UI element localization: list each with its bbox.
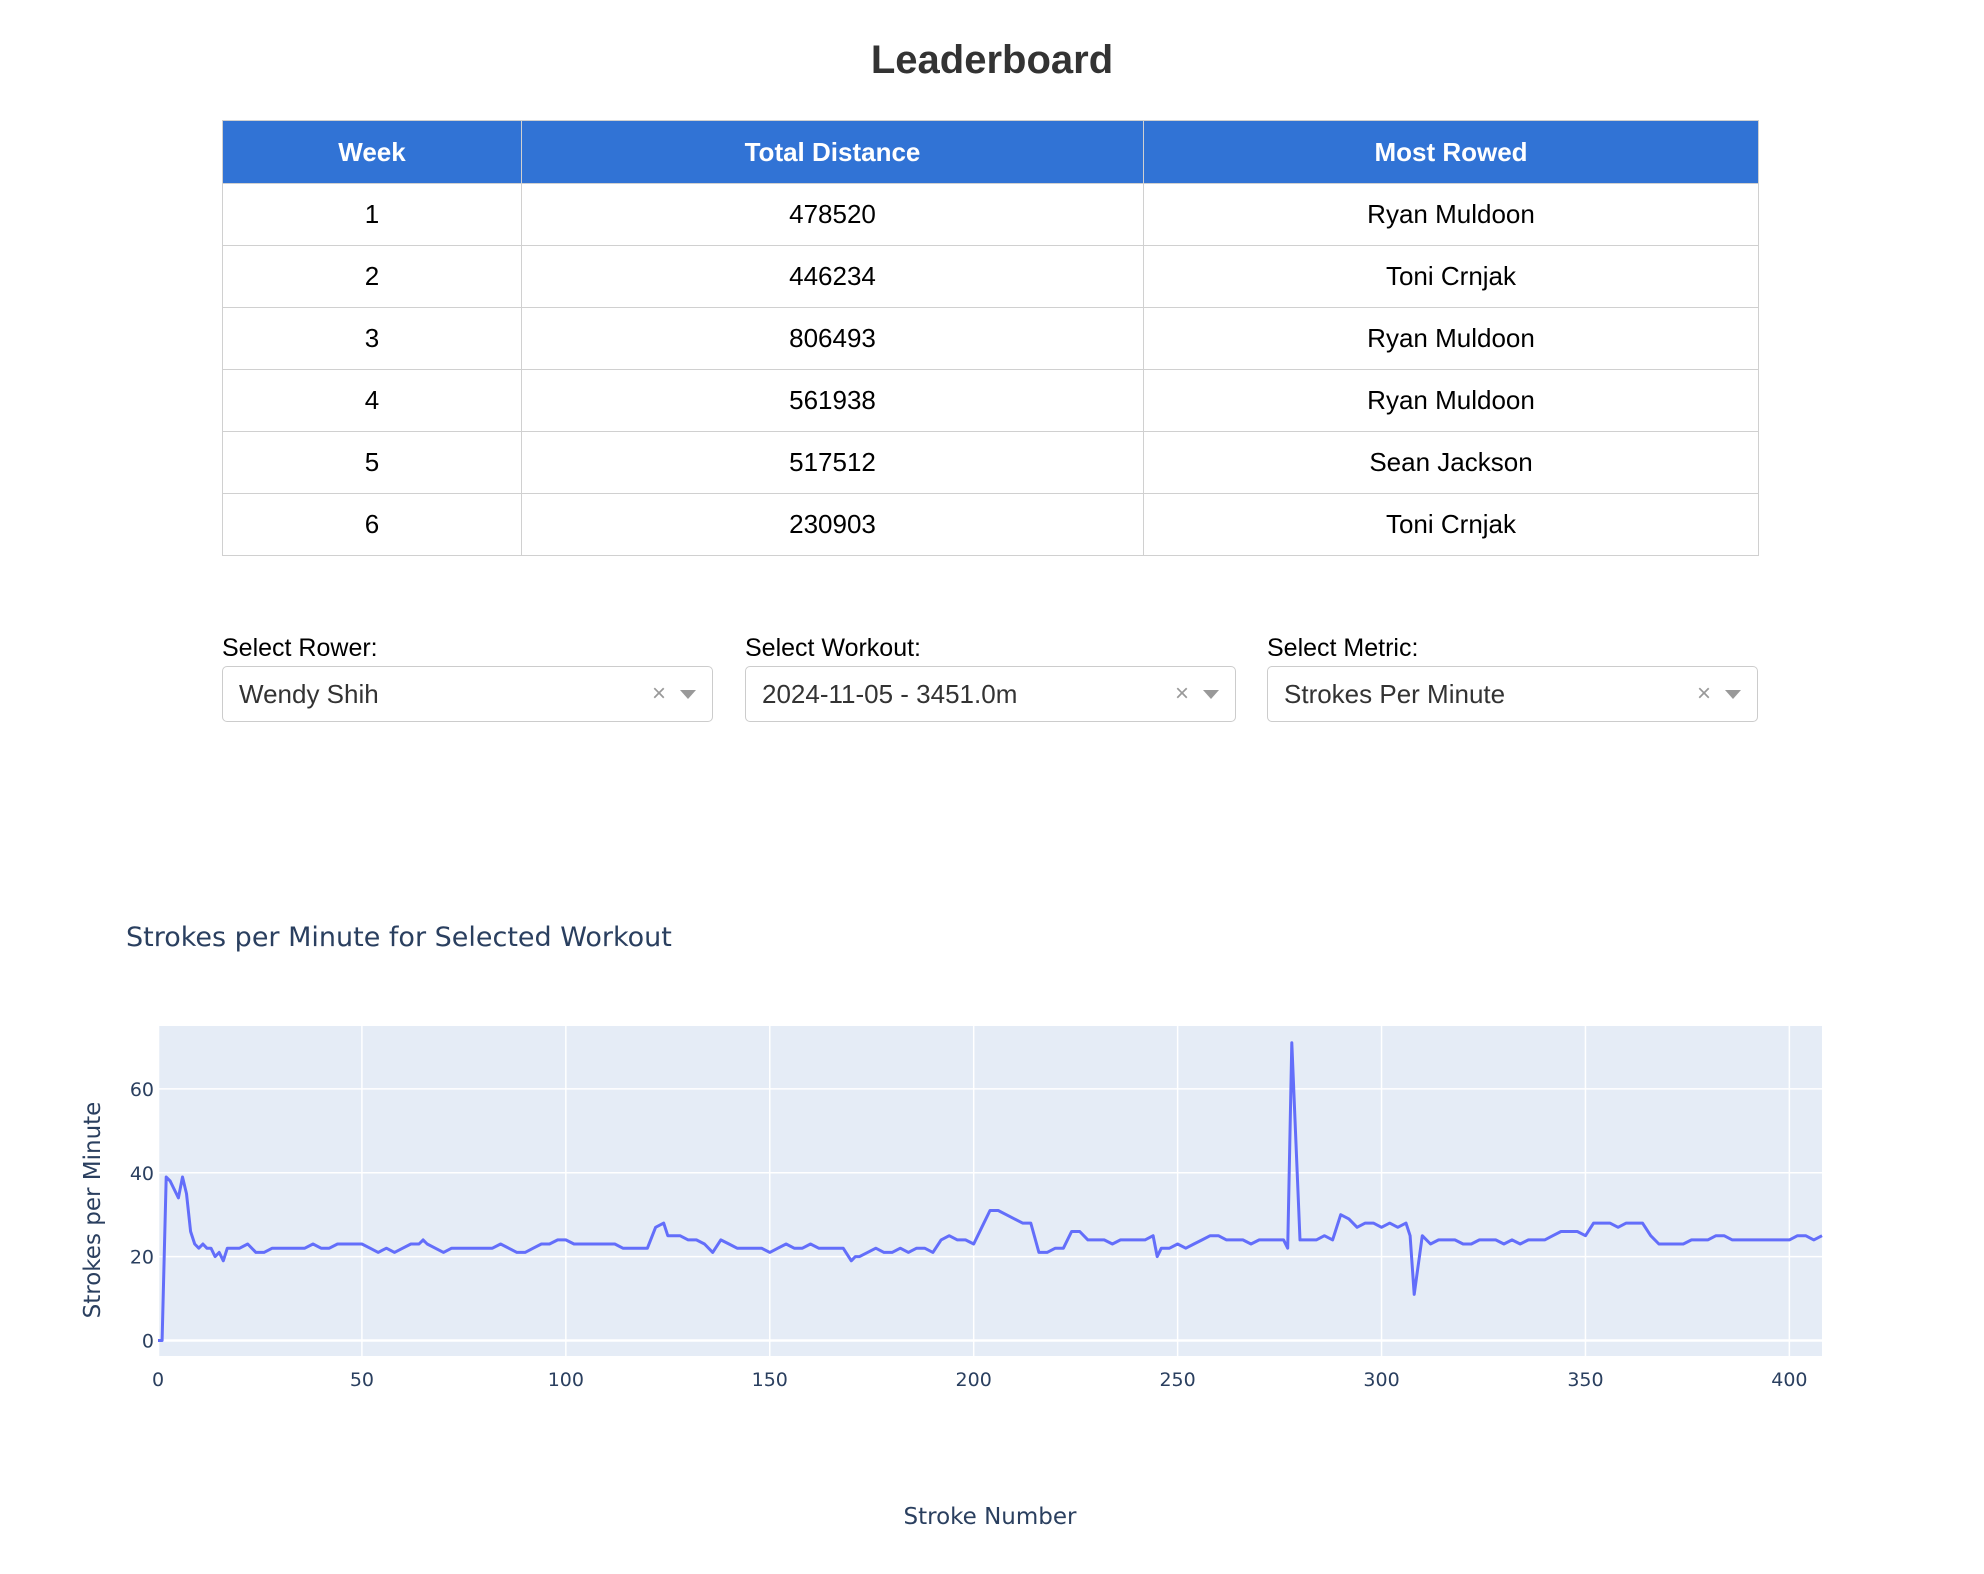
table-header-row: Week Total Distance Most Rowed [222, 120, 1759, 184]
chevron-down-icon[interactable] [1725, 690, 1741, 699]
metric-select-label: Select Metric: [1267, 634, 1419, 662]
workout-dropdown[interactable]: 2024-11-05 - 3451.0m × [745, 666, 1236, 722]
rower-selected-value: Wendy Shih [239, 679, 379, 709]
cell-most-rowed: Sean Jackson [1143, 431, 1759, 494]
cell-total-distance: 806493 [521, 307, 1144, 370]
rower-select-group: Select Rower: Wendy Shih × [222, 632, 713, 722]
chart-title: Strokes per Minute for Selected Workout [126, 922, 672, 953]
table-row: 1 478520 Ryan Muldoon [222, 183, 1759, 246]
cell-total-distance: 478520 [521, 183, 1144, 246]
table-row: 2 446234 Toni Crnjak [222, 245, 1759, 308]
table-row: 6 230903 Toni Crnjak [222, 493, 1759, 556]
strokes-line-chart[interactable]: Strokes per Minute for Selected Workout … [0, 900, 1984, 1550]
rower-dropdown[interactable]: Wendy Shih × [222, 666, 713, 722]
table-row: 3 806493 Ryan Muldoon [222, 307, 1759, 370]
workout-select-label: Select Workout: [745, 634, 922, 662]
x-tick-label: 400 [1771, 1369, 1807, 1391]
cell-week: 3 [222, 307, 522, 370]
x-tick-label: 350 [1567, 1369, 1603, 1391]
rower-select-label: Select Rower: [222, 634, 378, 662]
workout-selected-value: 2024-11-05 - 3451.0m [762, 679, 1018, 709]
y-axis-title: Strokes per Minute [80, 1102, 106, 1319]
metric-selected-value: Strokes Per Minute [1284, 679, 1506, 709]
y-tick-label: 40 [130, 1163, 154, 1185]
clear-icon[interactable]: × [1697, 667, 1711, 721]
x-tick-label: 200 [956, 1369, 992, 1391]
x-tick-label: 150 [752, 1369, 788, 1391]
metric-dropdown[interactable]: Strokes Per Minute × [1267, 666, 1758, 722]
page-title: Leaderboard [870, 38, 1114, 82]
cell-total-distance: 517512 [521, 431, 1144, 494]
x-tick-label: 250 [1159, 1369, 1195, 1391]
cell-week: 2 [222, 245, 522, 308]
x-tick-label: 100 [548, 1369, 584, 1391]
cell-most-rowed: Ryan Muldoon [1143, 369, 1759, 432]
x-axis-title: Stroke Number [904, 1504, 1078, 1530]
cell-total-distance: 230903 [521, 493, 1144, 556]
table-row: 4 561938 Ryan Muldoon [222, 369, 1759, 432]
header-total-distance[interactable]: Total Distance [521, 120, 1144, 184]
y-tick-label: 0 [142, 1330, 154, 1352]
cell-most-rowed: Toni Crnjak [1143, 245, 1759, 308]
cell-total-distance: 561938 [521, 369, 1144, 432]
x-tick-label: 300 [1363, 1369, 1399, 1391]
cell-most-rowed: Ryan Muldoon [1143, 307, 1759, 370]
chevron-down-icon[interactable] [1203, 690, 1219, 699]
leaderboard-table: Week Total Distance Most Rowed 1 478520 … [222, 120, 1759, 556]
chevron-down-icon[interactable] [680, 690, 696, 699]
clear-icon[interactable]: × [652, 667, 666, 721]
y-tick-label: 60 [130, 1079, 154, 1101]
cell-week: 5 [222, 431, 522, 494]
cell-week: 1 [222, 183, 522, 246]
table-row: 5 517512 Sean Jackson [222, 431, 1759, 494]
header-most-rowed[interactable]: Most Rowed [1143, 120, 1759, 184]
cell-most-rowed: Ryan Muldoon [1143, 183, 1759, 246]
plot-area [158, 1026, 1822, 1356]
x-tick-label: 0 [152, 1369, 164, 1391]
metric-select-group: Select Metric: Strokes Per Minute × [1267, 632, 1758, 722]
x-tick-label: 50 [350, 1369, 374, 1391]
cell-most-rowed: Toni Crnjak [1143, 493, 1759, 556]
y-tick-label: 20 [130, 1247, 154, 1269]
clear-icon[interactable]: × [1175, 667, 1189, 721]
workout-select-group: Select Workout: 2024-11-05 - 3451.0m × [745, 632, 1236, 722]
cell-week: 6 [222, 493, 522, 556]
cell-week: 4 [222, 369, 522, 432]
header-week[interactable]: Week [222, 120, 522, 184]
cell-total-distance: 446234 [521, 245, 1144, 308]
